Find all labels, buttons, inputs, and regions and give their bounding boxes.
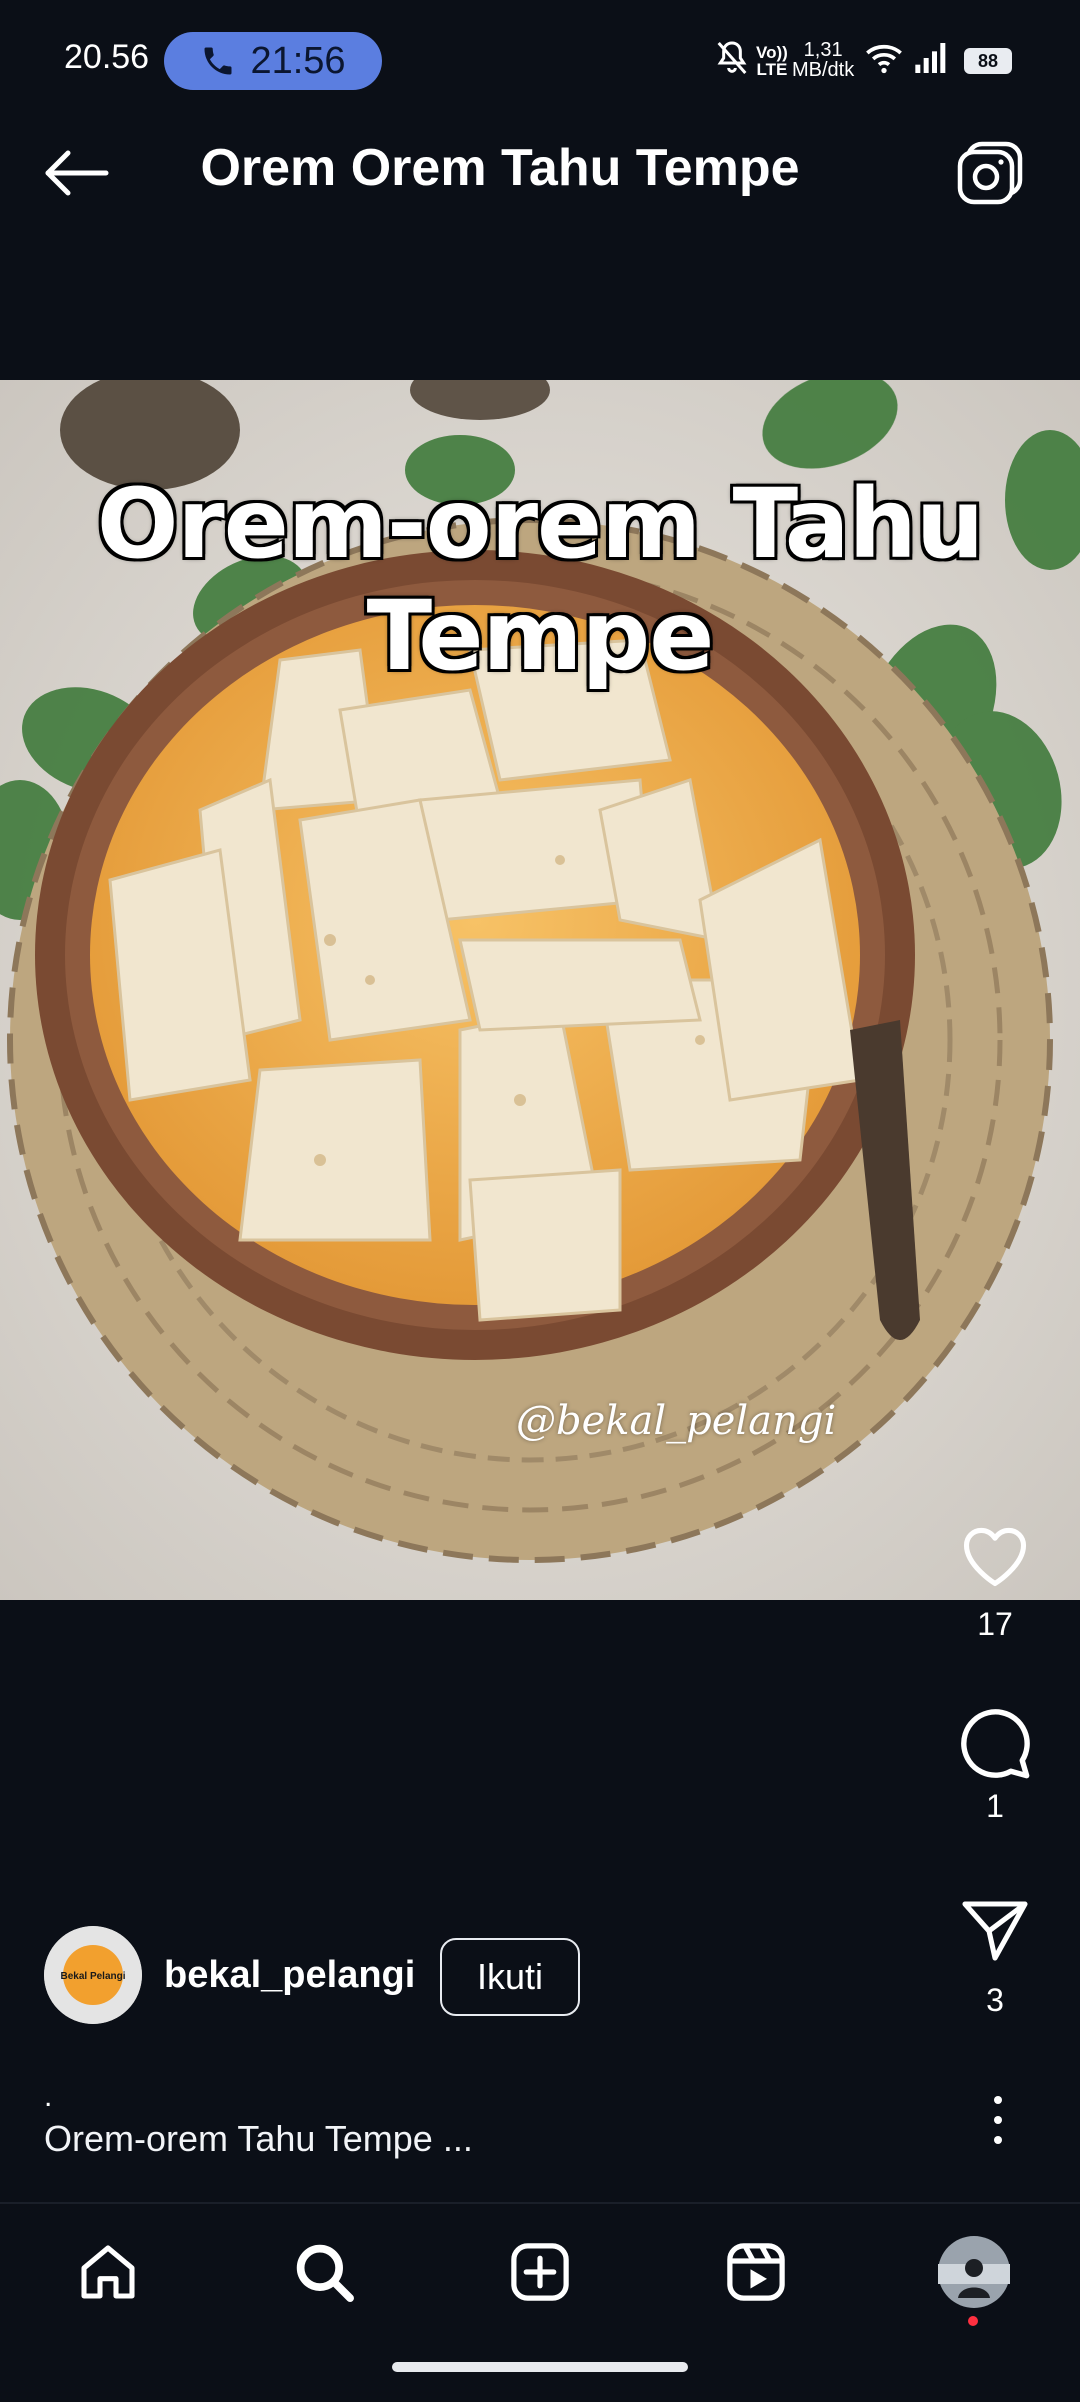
nav-search[interactable] [284, 2232, 364, 2312]
image-overlay-title: Orem-orem Tahu Tempe [96, 468, 984, 692]
volte-label: Vo)) [756, 43, 788, 62]
comment-action[interactable]: 1 [940, 1706, 1050, 1825]
nav-home[interactable] [68, 2232, 148, 2312]
mute-bell-icon [717, 41, 747, 74]
profile-notification-dot [968, 2316, 978, 2326]
camera-icon[interactable] [956, 140, 1026, 206]
network-speed-value: 1,31 [803, 39, 843, 61]
wifi-icon [866, 44, 902, 74]
ongoing-call-pill[interactable]: 21:56 [164, 32, 382, 90]
author-avatar-logo: Bekal Pelangi [44, 1926, 142, 2024]
network-speed: 1,31 MB/dtk [792, 40, 854, 80]
home-indicator[interactable] [392, 2362, 688, 2372]
search-icon[interactable] [291, 2239, 357, 2305]
nav-reels[interactable] [716, 2232, 796, 2312]
status-time: 20.56 [64, 38, 150, 76]
home-icon[interactable] [76, 2240, 140, 2304]
create-post-icon[interactable] [507, 2239, 573, 2305]
like-count: 17 [977, 1606, 1013, 1642]
signal-icon [915, 43, 946, 73]
share-action[interactable]: 3 [940, 1898, 1050, 2019]
call-timer: 21:56 [250, 39, 346, 82]
comment-count: 1 [986, 1788, 1004, 1824]
caption-dot: . [44, 2080, 53, 2113]
like-action[interactable]: 17 [940, 1522, 1050, 1643]
reels-icon[interactable] [723, 2239, 789, 2305]
nav-profile[interactable] [934, 2232, 1014, 2312]
author-username[interactable]: bekal_pelangi [164, 1954, 415, 1997]
share-count: 3 [986, 1982, 1004, 2018]
page-title: Orem Orem Tahu Tempe [200, 139, 800, 197]
svg-text:Bekal Pelangi: Bekal Pelangi [60, 1971, 125, 1982]
back-arrow-icon[interactable] [42, 148, 112, 198]
more-options-icon[interactable] [980, 2090, 1016, 2150]
lte-label: LTE [756, 60, 788, 79]
volte-indicator: Vo)) LTE [756, 44, 788, 78]
network-speed-unit: MB/dtk [792, 59, 855, 81]
image-watermark: @bekal_pelangi [516, 1398, 837, 1444]
battery-indicator: 88 [964, 48, 1012, 74]
post-caption[interactable]: Orem-orem Tahu Tempe ... [44, 2118, 473, 2160]
profile-avatar[interactable] [936, 2234, 1012, 2310]
nav-create[interactable] [500, 2232, 580, 2312]
author-avatar[interactable]: Bekal Pelangi [44, 1926, 142, 2024]
heart-icon[interactable] [957, 1522, 1033, 1588]
comment-icon[interactable] [957, 1706, 1033, 1782]
phone-icon [204, 47, 232, 75]
follow-button[interactable]: Ikuti [440, 1938, 580, 2016]
post-image[interactable]: Orem-orem Tahu Tempe @bekal_pelangi [0, 380, 1080, 1600]
send-icon[interactable] [957, 1898, 1033, 1964]
